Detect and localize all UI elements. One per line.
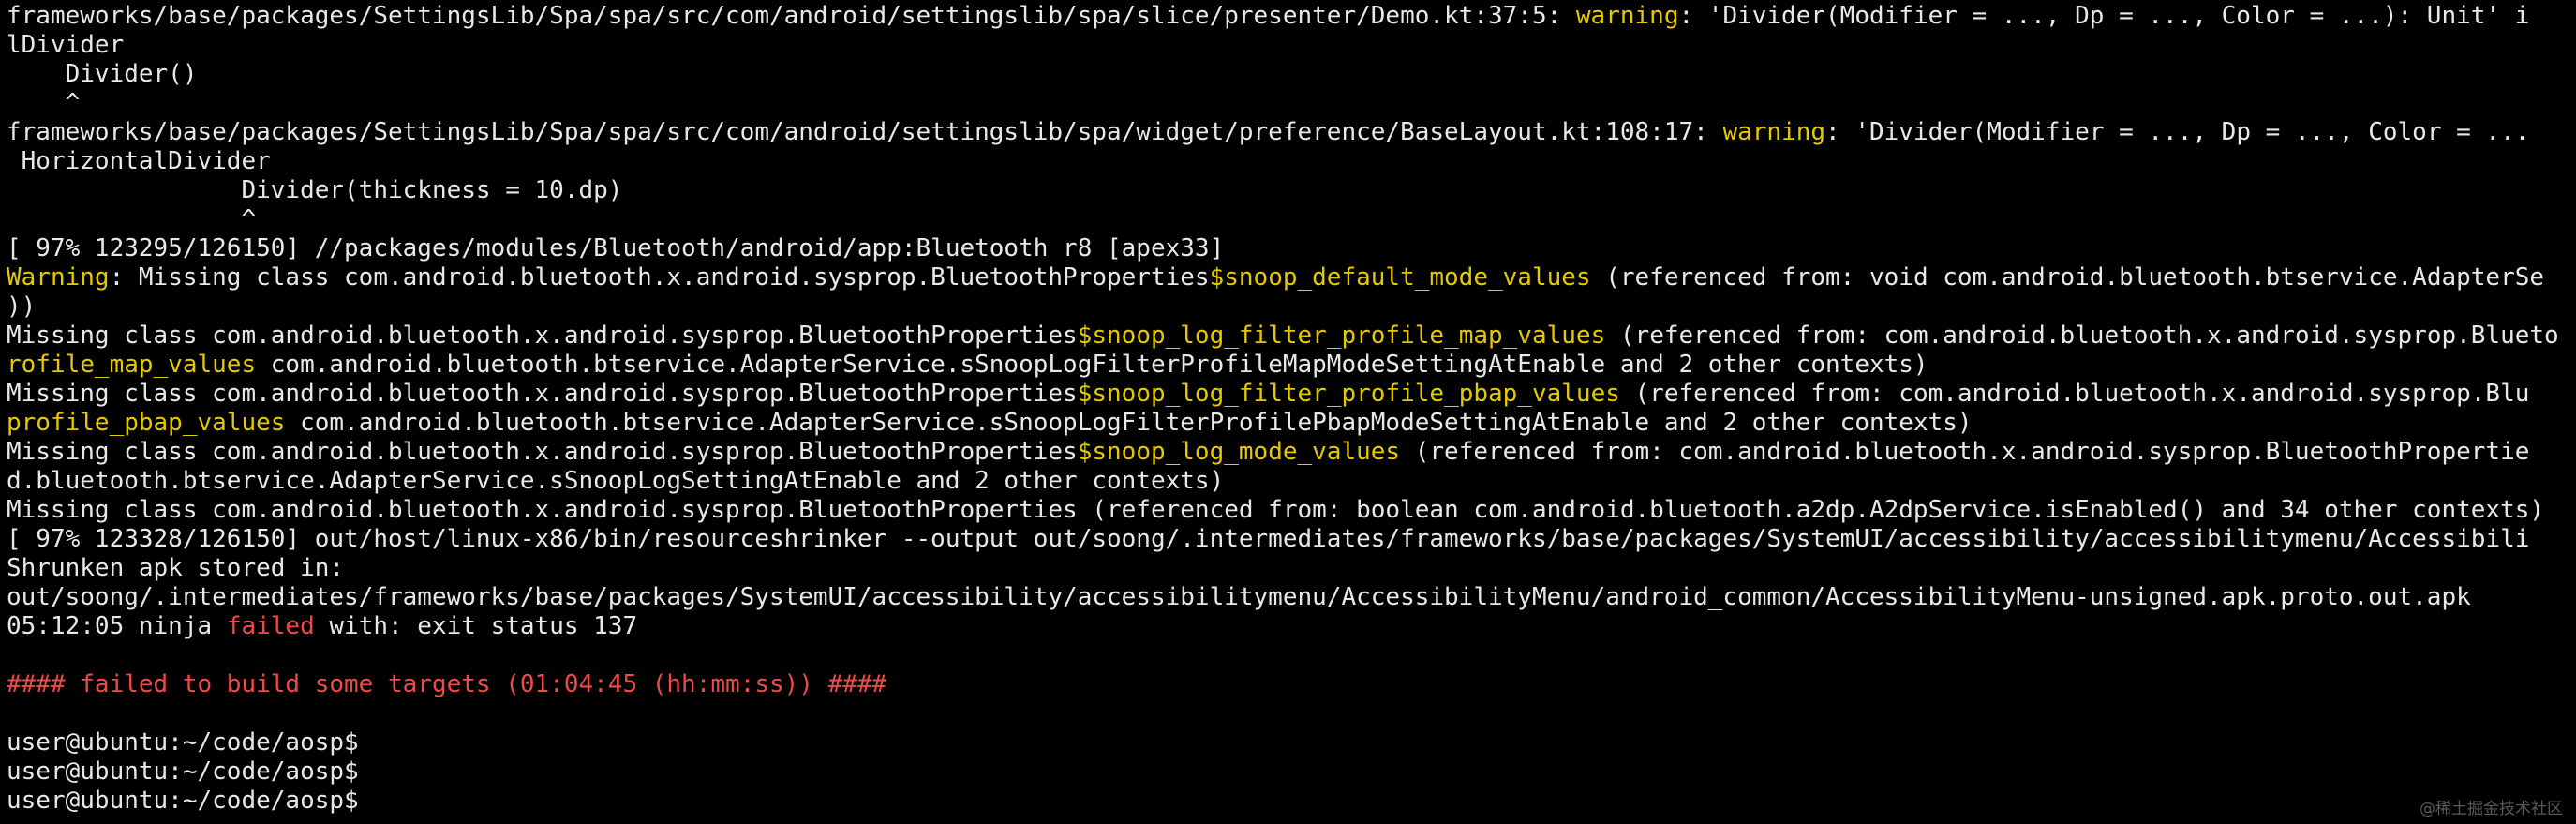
terminal-line: Missing class com.android.bluetooth.x.an…	[7, 438, 2576, 467]
highlight-text: $snoop_log_mode_values	[1077, 438, 1401, 466]
terminal-line: frameworks/base/packages/SettingsLib/Spa…	[7, 2, 2576, 31]
terminal-output[interactable]: frameworks/base/packages/SettingsLib/Spa…	[0, 0, 2576, 824]
output-text: ^	[7, 205, 257, 233]
terminal-line: d.bluetooth.btservice.AdapterService.sSn…	[7, 467, 2576, 496]
watermark-text: @稀土掘金技术社区	[2420, 800, 2563, 818]
output-text: com.android.bluetooth.btservice.AdapterS…	[256, 351, 1928, 379]
terminal-line: Shrunken apk stored in:	[7, 554, 2576, 583]
output-text: 05:12:05 ninja	[7, 612, 227, 640]
output-text: [ 97% 123328/126150] out/host/linux-x86/…	[7, 525, 2530, 553]
highlight-text: $snoop_log_filter_profile_pbap_values	[1077, 380, 1620, 408]
highlight-text: warning	[1722, 118, 1826, 146]
highlight-text: warning	[1575, 2, 1679, 30]
terminal-line: [ 97% 123328/126150] out/host/linux-x86/…	[7, 525, 2576, 554]
output-text: with: exit status 137	[314, 612, 638, 640]
terminal-line: 05:12:05 ninja failed with: exit status …	[7, 612, 2576, 641]
terminal-line: profile_pbap_values com.android.bluetoot…	[7, 409, 2576, 438]
highlight-text: Warning	[7, 263, 110, 292]
output-text: [ 97% 123295/126150] //packages/modules/…	[7, 234, 1225, 262]
output-text: frameworks/base/packages/SettingsLib/Spa…	[7, 118, 1723, 146]
terminal-line: Missing class com.android.bluetooth.x.an…	[7, 496, 2576, 525]
output-text: out/soong/.intermediates/frameworks/base…	[7, 583, 2471, 611]
terminal-line: Divider()	[7, 60, 2576, 89]
output-text: Missing class com.android.bluetooth.x.an…	[7, 380, 1078, 408]
terminal-line: user@ubuntu:~/code/aosp$	[7, 787, 2576, 816]
terminal-line: out/soong/.intermediates/frameworks/base…	[7, 583, 2576, 612]
terminal-line: rofile_map_values com.android.bluetooth.…	[7, 351, 2576, 380]
terminal-line: ))	[7, 292, 2576, 322]
terminal-line: Missing class com.android.bluetooth.x.an…	[7, 380, 2576, 409]
terminal-line: [ 97% 123295/126150] //packages/modules/…	[7, 234, 2576, 263]
output-text: ))	[7, 292, 37, 321]
output-text: : Missing class com.android.bluetooth.x.…	[109, 263, 1210, 292]
output-text: Missing class com.android.bluetooth.x.an…	[7, 438, 1078, 466]
terminal-line: Divider(thickness = 10.dp)	[7, 176, 2576, 205]
highlight-text: profile_pbap_values	[7, 409, 286, 437]
terminal-line: Warning: Missing class com.android.bluet…	[7, 263, 2576, 292]
output-text: user@ubuntu:~/code/aosp$	[7, 728, 359, 757]
output-text: (referenced from: com.android.bluetooth.…	[1605, 322, 2559, 350]
output-text: Divider(thickness = 10.dp)	[7, 176, 623, 204]
highlight-text: rofile_map_values	[7, 351, 257, 379]
output-text: ^	[7, 89, 81, 117]
output-text: Shrunken apk stored in:	[7, 554, 345, 582]
terminal-line: user@ubuntu:~/code/aosp$	[7, 728, 2576, 757]
output-text: (referenced from: com.android.bluetooth.…	[1619, 380, 2530, 408]
terminal-line: frameworks/base/packages/SettingsLib/Spa…	[7, 118, 2576, 147]
output-text: com.android.bluetooth.btservice.AdapterS…	[285, 409, 1973, 437]
terminal-line: ^	[7, 205, 2576, 234]
terminal-line: Missing class com.android.bluetooth.x.an…	[7, 322, 2576, 351]
error-text: #### failed to build some targets (01:04…	[7, 670, 887, 698]
output-text: Divider()	[7, 60, 198, 88]
terminal-line: user@ubuntu:~/code/aosp$	[7, 757, 2576, 787]
output-text: frameworks/base/packages/SettingsLib/Spa…	[7, 2, 1576, 30]
error-text: failed	[226, 612, 315, 640]
output-text: lDivider	[7, 31, 125, 59]
output-text: (referenced from: void com.android.bluet…	[1590, 263, 2545, 292]
output-text: HorizontalDivider	[7, 147, 271, 175]
terminal-line: HorizontalDivider	[7, 147, 2576, 176]
highlight-text: $snoop_default_mode_values	[1209, 263, 1591, 292]
output-text: (referenced from: com.android.bluetooth.…	[1400, 438, 2530, 466]
output-text: Missing class com.android.bluetooth.x.an…	[7, 322, 1078, 350]
highlight-text: $snoop_log_filter_profile_map_values	[1077, 322, 1606, 350]
output-text: Missing class com.android.bluetooth.x.an…	[7, 496, 2545, 524]
output-text: : 'Divider(Modifier = ..., Dp = ..., Col…	[1825, 118, 2530, 146]
terminal-line: #### failed to build some targets (01:04…	[7, 670, 2576, 699]
output-text: user@ubuntu:~/code/aosp$	[7, 757, 359, 786]
terminal-line: ^	[7, 89, 2576, 118]
output-text: : 'Divider(Modifier = ..., Dp = ..., Col…	[1678, 2, 2530, 30]
output-text: d.bluetooth.btservice.AdapterService.sSn…	[7, 467, 1225, 495]
terminal-line: lDivider	[7, 31, 2576, 60]
output-text: user@ubuntu:~/code/aosp$	[7, 787, 359, 815]
